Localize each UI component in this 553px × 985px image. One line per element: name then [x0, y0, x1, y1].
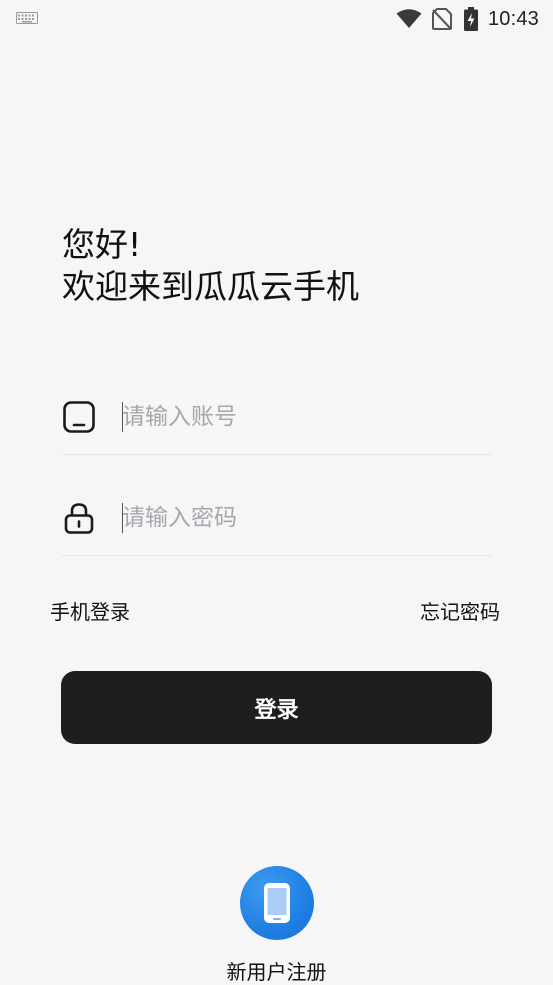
password-field: [62, 495, 492, 556]
phone-icon: [63, 401, 95, 433]
login-button[interactable]: 登录: [61, 671, 492, 744]
login-options-row: 手机登录 忘记密码: [50, 596, 500, 626]
greeting-line-hello: 您好!: [62, 225, 142, 264]
greeting-line-welcome: 欢迎来到瓜瓜云手机: [62, 267, 359, 306]
status-bar: 10:43: [0, 0, 553, 40]
keyboard-icon: [16, 12, 38, 24]
no-sim-icon: [431, 8, 452, 30]
account-input[interactable]: [122, 396, 482, 438]
phone-login-link[interactable]: 手机登录: [50, 596, 130, 625]
lock-icon: [64, 503, 94, 534]
status-icons: 10:43: [396, 6, 539, 32]
register-button[interactable]: 新用户注册: [200, 866, 353, 985]
forgot-password-link[interactable]: 忘记密码: [420, 596, 500, 625]
welcome-heading: 您好! 欢迎来到瓜瓜云手机: [62, 224, 359, 308]
register-label[interactable]: 新用户注册: [200, 956, 353, 985]
battery-charging-icon: [463, 7, 478, 31]
password-input[interactable]: [122, 497, 482, 539]
account-field: [62, 394, 492, 455]
wifi-icon: [396, 9, 422, 28]
mobile-device-icon: [264, 883, 290, 923]
register-icon-circle[interactable]: [240, 866, 314, 940]
status-time: 10:43: [487, 7, 539, 30]
